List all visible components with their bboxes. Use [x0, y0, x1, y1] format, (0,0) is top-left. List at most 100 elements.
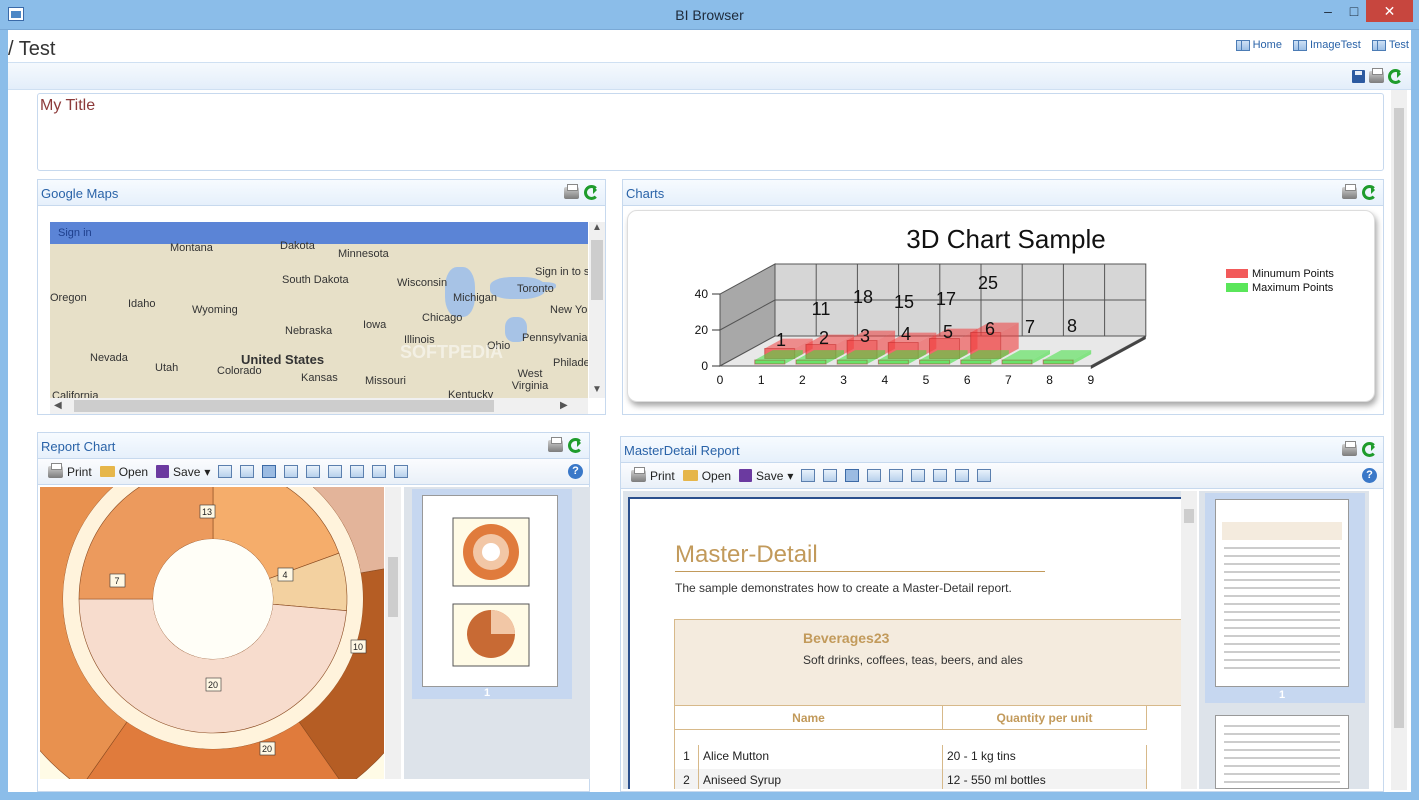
donut-chart: 13 7 4 20 10 20	[40, 487, 384, 779]
refresh-icon[interactable]	[1362, 185, 1377, 200]
x-tick-label: 3	[840, 373, 847, 387]
data-label: 11	[812, 299, 831, 319]
chart-card: 3D Chart Sample 0 20 40 0 1 2 3 4 5 6 7 8 9 1 11 2 18 3 15 4…	[627, 210, 1375, 402]
scroll-left-icon: ◀	[54, 400, 62, 411]
close-button[interactable]: ✕	[1366, 0, 1413, 22]
report-view[interactable]: Master-Detail The sample demonstrates ho…	[623, 491, 1181, 789]
multi-page-icon[interactable]	[955, 469, 970, 482]
panel-title: Charts	[626, 186, 665, 201]
save-icon[interactable]	[1352, 70, 1365, 83]
scroll-up-icon: ▲	[592, 222, 602, 233]
product-name: Alice Mutton	[699, 745, 943, 769]
report-scrollbar[interactable]	[1181, 491, 1197, 789]
charts-panel: Charts 3D Chart Sample 0 20 40 0 1 2 3 4 5 6 7 8 9 1 11…	[622, 179, 1384, 415]
single-page-icon[interactable]	[889, 469, 904, 482]
legend-swatch	[1226, 283, 1248, 292]
slice-label: 20	[208, 680, 218, 690]
clipboard-icon[interactable]	[240, 465, 255, 478]
open-folder-icon	[682, 470, 698, 481]
page-toolbar	[8, 62, 1411, 90]
data-label: 17	[936, 289, 956, 309]
column-header-name: Name	[675, 706, 943, 730]
grid-icon	[1293, 39, 1307, 51]
detail-table: Beverages23 Soft drinks, coffees, teas, …	[674, 619, 1181, 789]
column-header-quantity: Quantity per unit	[943, 706, 1147, 730]
main-scrollbar[interactable]	[1391, 90, 1407, 790]
clipboard-icon[interactable]	[823, 469, 838, 482]
two-pages-icon[interactable]	[350, 465, 365, 478]
print-icon[interactable]	[1342, 183, 1357, 199]
page-thumbnail[interactable]	[1215, 715, 1349, 789]
top-links: Home ImageTest Test	[1228, 39, 1409, 54]
open-button[interactable]: Open	[99, 465, 148, 479]
report-chart-scrollbar[interactable]	[385, 487, 401, 779]
y-tick-label: 40	[695, 287, 709, 301]
title-bar: BI Browser – □ ✕	[0, 0, 1419, 30]
data-label: 6	[985, 319, 995, 339]
panel-title: Google Maps	[41, 186, 119, 201]
x-tick-label: 0	[717, 373, 724, 387]
multi-page-icon[interactable]	[372, 465, 387, 478]
home-link[interactable]: Home	[1235, 39, 1282, 51]
map-horizontal-scrollbar[interactable]: ◀ ▶	[50, 398, 588, 414]
fit-width-icon[interactable]	[977, 469, 992, 482]
panel-header: Charts	[623, 180, 1383, 206]
google-maps-panel: Google Maps Sign in Montana Dakota Minne…	[37, 179, 606, 415]
chart-title: 3D Chart Sample	[906, 224, 1105, 254]
map-view[interactable]: Sign in Montana Dakota Minnesota South D…	[50, 222, 588, 398]
find-icon[interactable]	[867, 469, 882, 482]
page-thumbnail[interactable]	[1215, 499, 1349, 687]
find-icon[interactable]	[284, 465, 299, 478]
continuous-page-icon[interactable]	[328, 465, 343, 478]
3d-bar-chart: 3D Chart Sample020400 1 2 3 4 5 6 7 8 91112183154…	[695, 224, 1335, 387]
thumbnail-strip: 1	[404, 487, 590, 779]
max-points-bar	[919, 359, 951, 365]
slice-label: 7	[114, 576, 119, 586]
report-description: The sample demonstrates how to create a …	[675, 581, 1012, 595]
print-icon	[631, 466, 646, 482]
save-button[interactable]: Save ▾	[739, 469, 793, 483]
page-thumbnail[interactable]	[422, 495, 558, 687]
imagetest-link[interactable]: ImageTest	[1293, 39, 1361, 51]
refresh-icon[interactable]	[584, 185, 599, 200]
x-tick-label: 9	[1087, 373, 1094, 387]
help-icon[interactable]: ?	[568, 464, 583, 479]
open-button[interactable]: Open	[682, 469, 731, 483]
scroll-right-icon: ▶	[560, 400, 568, 411]
print-icon[interactable]	[548, 436, 563, 452]
slice-label: 10	[353, 642, 363, 652]
max-points-bar	[1042, 359, 1074, 365]
breadcrumb: / Test	[8, 38, 56, 60]
print-button[interactable]: Print	[48, 462, 92, 479]
window-frame-left	[0, 30, 8, 800]
print-icon[interactable]	[564, 183, 579, 199]
max-points-bar	[960, 359, 992, 365]
page-view-icon[interactable]	[262, 465, 277, 478]
test-link[interactable]: Test	[1371, 39, 1409, 51]
refresh-icon[interactable]	[1388, 69, 1403, 84]
data-label: 8	[1067, 316, 1077, 336]
print-button[interactable]: Print	[631, 466, 675, 483]
data-label: 3	[860, 326, 870, 346]
page-view-icon[interactable]	[845, 469, 860, 482]
map-signin-bar[interactable]: Sign in	[50, 222, 588, 244]
export-icon[interactable]	[218, 465, 233, 478]
report-chart-view[interactable]: 13 7 4 20 10 20	[40, 487, 384, 779]
scroll-down-icon: ▼	[592, 384, 602, 395]
fit-width-icon[interactable]	[394, 465, 409, 478]
x-tick-label: 1	[758, 373, 765, 387]
continuous-page-icon[interactable]	[911, 469, 926, 482]
print-icon[interactable]	[1369, 67, 1384, 83]
two-pages-icon[interactable]	[933, 469, 948, 482]
refresh-icon[interactable]	[1362, 442, 1377, 457]
print-icon[interactable]	[1342, 440, 1357, 456]
save-button[interactable]: Save ▾	[156, 465, 210, 479]
export-icon[interactable]	[801, 469, 816, 482]
grid-icon	[1371, 39, 1386, 51]
help-icon[interactable]: ?	[1362, 468, 1377, 483]
single-page-icon[interactable]	[306, 465, 321, 478]
refresh-icon[interactable]	[568, 438, 583, 453]
map-vertical-scrollbar[interactable]: ▲ ▼	[589, 222, 605, 398]
x-tick-label: 8	[1046, 373, 1053, 387]
max-points-bar	[836, 359, 868, 365]
